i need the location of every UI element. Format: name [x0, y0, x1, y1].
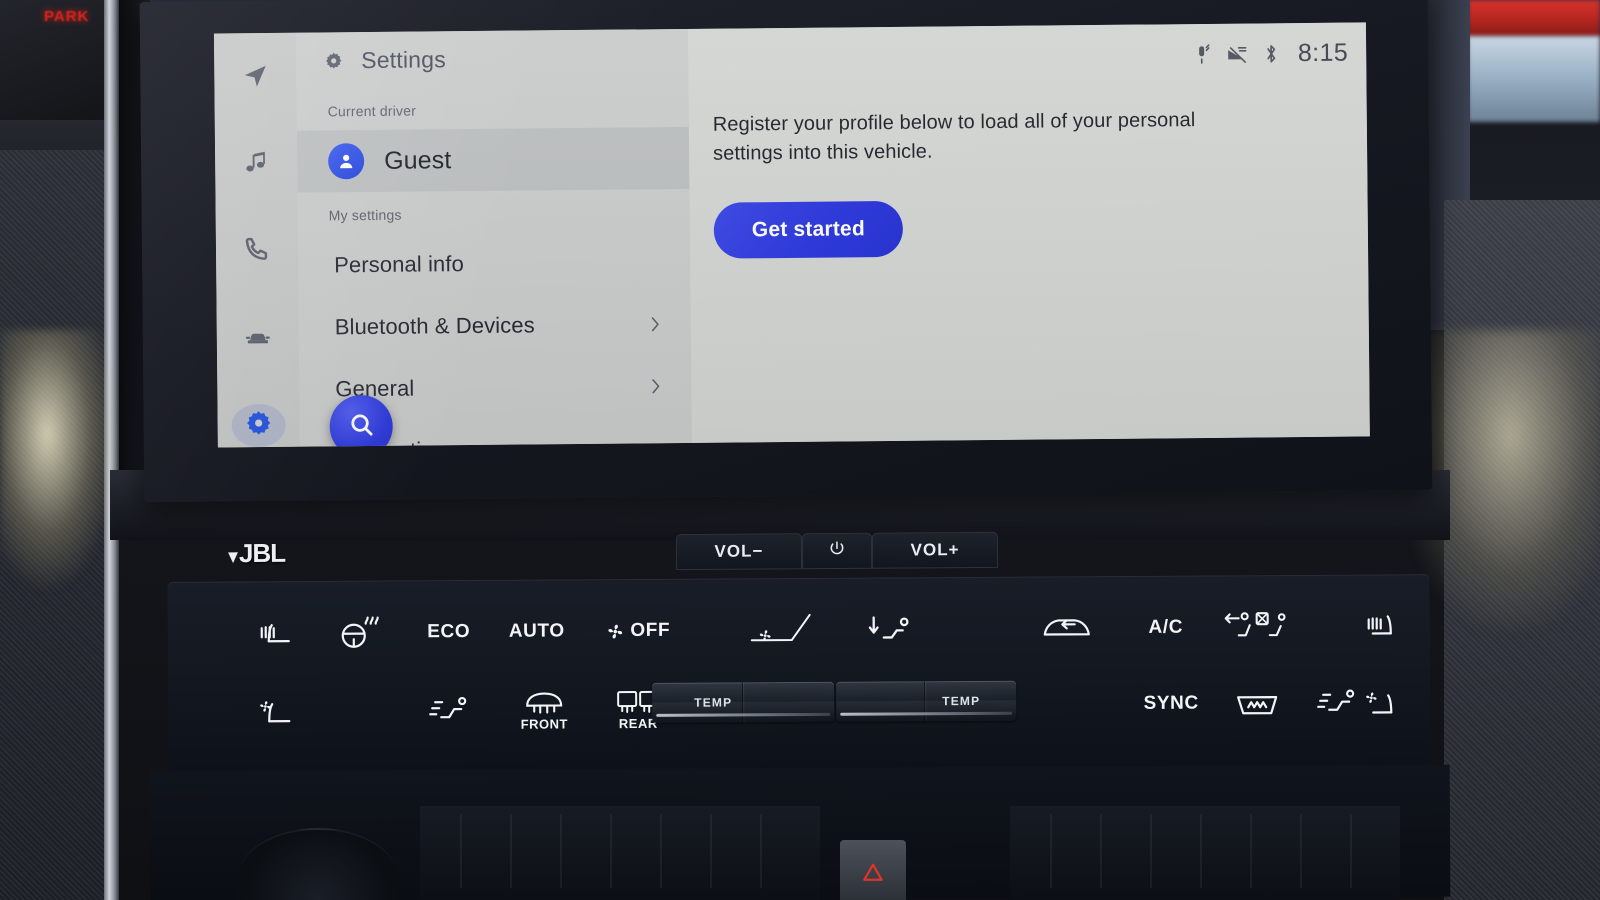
- rail-item-settings[interactable]: [231, 403, 286, 448]
- chevron-right-icon: [650, 315, 661, 333]
- recirculation-button[interactable]: [1030, 604, 1108, 652]
- temp-slider-driver[interactable]: TEMP: [652, 681, 835, 723]
- defrost-windshield-button[interactable]: [1222, 679, 1292, 727]
- menu-item-personal-info[interactable]: Personal info: [298, 231, 691, 297]
- sync-label: SYNC: [1143, 692, 1199, 714]
- airflow-down-icon: [868, 609, 914, 649]
- driver-name: Guest: [384, 145, 452, 175]
- ac-label: A/C: [1148, 616, 1184, 638]
- jbl-logo: JBL: [228, 538, 285, 569]
- settings-header: Settings: [296, 29, 689, 89]
- my-settings-label: My settings: [328, 206, 402, 224]
- cooled-seat-driver-icon: [257, 691, 297, 731]
- heated-steering-wheel-icon: [338, 614, 380, 652]
- volume-down-button[interactable]: VOL−: [675, 533, 803, 571]
- temp-left-label: TEMP: [694, 695, 733, 710]
- gear-icon: [245, 409, 273, 442]
- bluetooth-icon: [1264, 43, 1278, 64]
- auto-label: AUTO: [508, 620, 565, 642]
- temp-right-label: TEMP: [942, 693, 981, 709]
- defrost-front-label: FRONT: [520, 716, 568, 732]
- fan-speed-icon: [744, 610, 822, 650]
- sync-button[interactable]: SYNC: [1130, 683, 1212, 724]
- eco-label: ECO: [427, 621, 471, 643]
- cooled-seat-passenger-icon: [1363, 682, 1403, 722]
- defrost-front-icon: [523, 685, 565, 715]
- red-car-outside: [1468, 0, 1600, 38]
- get-started-button[interactable]: Get started: [713, 200, 904, 259]
- volume-control-bar: VOL− VOL+: [675, 531, 999, 571]
- page-title: Settings: [361, 45, 447, 73]
- settings-list-column: Settings Current driver Guest My setting…: [295, 28, 692, 447]
- cooled-seat-passenger-button[interactable]: [1352, 674, 1414, 730]
- menu-item-bluetooth-devices[interactable]: Bluetooth & Devices: [298, 293, 691, 359]
- park-indicator: PARK: [44, 8, 90, 25]
- side-window-right: [1468, 36, 1600, 122]
- current-driver-label: Current driver: [327, 102, 417, 120]
- heated-seat-driver-button[interactable]: [246, 609, 308, 657]
- jbl-mark-icon: [228, 552, 238, 563]
- rail-item-phone[interactable]: [230, 230, 284, 273]
- heated-seat-passenger-button[interactable]: [1352, 598, 1414, 650]
- mic-muted-icon: [1193, 44, 1210, 65]
- cooled-seat-driver-button[interactable]: [246, 685, 308, 737]
- auto-button[interactable]: AUTO: [494, 611, 580, 652]
- heated-seat-driver-icon: [257, 614, 297, 652]
- car-icon: [244, 322, 272, 355]
- menu-item-label: Bluetooth & Devices: [334, 312, 535, 340]
- volume-up-button[interactable]: VOL+: [871, 531, 999, 569]
- signal-off-icon: [1226, 44, 1248, 64]
- air-vent-right: [1010, 806, 1400, 900]
- power-icon: [828, 539, 846, 562]
- menu-item-label: Personal info: [334, 251, 464, 278]
- avatar: [327, 143, 365, 180]
- fan-icon: [605, 622, 624, 641]
- head-unit-bezel: Settings Current driver Guest My setting…: [139, 0, 1433, 503]
- settings-header-gear-icon: [324, 51, 343, 70]
- climate-off-button[interactable]: OFF: [586, 611, 690, 652]
- car-interior-scene: PARK Settings Current driver Guest My se…: [0, 0, 1600, 900]
- current-driver-row[interactable]: Guest: [296, 126, 690, 193]
- jbl-wordmark: JBL: [238, 537, 286, 569]
- power-button[interactable]: [801, 532, 873, 570]
- rail-item-media[interactable]: [229, 144, 283, 187]
- off-label: OFF: [630, 619, 671, 642]
- airflow-feet-button[interactable]: [416, 686, 486, 734]
- detail-pane: Register your profile below to load all …: [687, 22, 1370, 443]
- air-vent-left: [420, 806, 820, 900]
- rail-item-vehicle[interactable]: [231, 317, 285, 360]
- fan-speed-indicator: [738, 606, 828, 655]
- heated-steering-wheel-button[interactable]: [328, 608, 390, 656]
- temp-slider-passenger[interactable]: TEMP: [836, 680, 1017, 722]
- sun-glare-left: [0, 330, 118, 590]
- hazard-light-button[interactable]: [840, 840, 906, 900]
- hazard-triangle-icon: [862, 862, 884, 887]
- airflow-face-off-button[interactable]: [1214, 603, 1300, 652]
- airflow-feet-icon: [427, 690, 475, 730]
- infotainment-screen[interactable]: Settings Current driver Guest My setting…: [213, 22, 1370, 448]
- clock: 8:15: [1297, 38, 1349, 68]
- airflow-face-off-icon: [1224, 607, 1290, 647]
- climate-control-panel: ECO AUTO OFF A/C FRONT REAR SYNC TEMP TE…: [167, 574, 1431, 772]
- phone-icon: [243, 235, 271, 268]
- defrost-windshield-icon: [1233, 687, 1281, 719]
- music-note-icon: [242, 149, 270, 182]
- status-bar: 8:15: [1193, 39, 1349, 69]
- search-icon: [347, 411, 375, 442]
- defrost-front-button[interactable]: FRONT: [504, 679, 584, 737]
- recirculation-icon: [1041, 611, 1097, 645]
- ac-button[interactable]: A/C: [1130, 608, 1202, 648]
- airflow-down-button[interactable]: [856, 605, 926, 653]
- heated-seat-passenger-icon: [1363, 604, 1403, 644]
- navigation-arrow-icon: [241, 62, 269, 95]
- rail-item-navigation[interactable]: [228, 57, 282, 100]
- chevron-right-icon: [650, 377, 661, 395]
- app-rail: [213, 32, 300, 448]
- register-profile-text: Register your profile below to load all …: [712, 109, 1196, 165]
- eco-button[interactable]: ECO: [412, 612, 486, 652]
